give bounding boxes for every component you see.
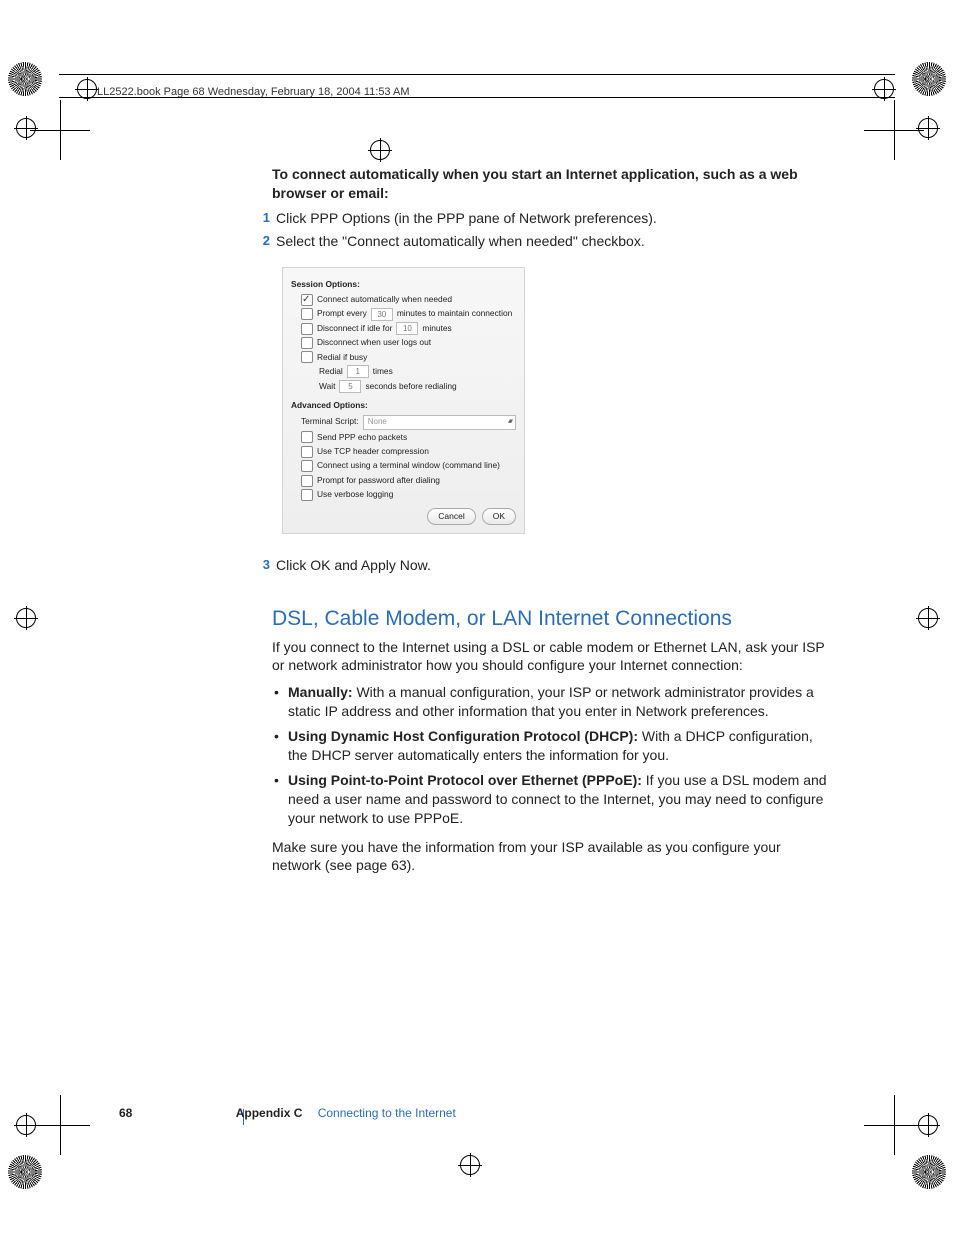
appendix-label: Appendix C [236,1106,303,1120]
step-text: Click PPP Options (in the PPP pane of Ne… [276,209,657,228]
opt-tcp-compression: Use TCP header compression [291,445,516,458]
option-label: Send PPP echo packets [317,431,407,444]
step-item: 1 Click PPP Options (in the PPP pane of … [248,209,827,228]
checkbox-icon[interactable] [301,446,313,458]
minutes-input[interactable]: 10 [396,322,418,335]
opt-disconnect-idle: Disconnect if idle for 10 minutes [291,322,516,335]
bullet-item: Manually: With a manual configuration, y… [272,683,827,721]
option-label: Use TCP header compression [317,445,429,458]
opt-disconnect-logout: Disconnect when user logs out [291,336,516,349]
step-text: Click OK and Apply Now. [276,556,431,575]
registration-mark [918,608,938,628]
paragraph: Make sure you have the information from … [272,838,827,876]
times-input[interactable]: 1 [347,365,369,378]
steps-list-b: 3 Click OK and Apply Now. [248,556,827,575]
option-label: Use verbose logging [317,488,393,501]
crop-mark [864,1095,924,1155]
ok-button[interactable]: OK [482,508,516,526]
crop-mark [30,1095,90,1155]
opt-terminal-script: Terminal Script: None ▴▾ [291,415,516,430]
opt-verbose-logging: Use verbose logging [291,488,516,501]
step-number: 1 [248,209,270,228]
minutes-input[interactable]: 30 [371,308,393,321]
opt-redial-busy: Redial if busy [291,351,516,364]
bullet-item: Using Point-to-Point Protocol over Ether… [272,771,827,828]
bullet-bold: Manually: [288,684,353,700]
select-value: None [368,416,387,429]
registration-mark [77,79,97,99]
checkbox-icon[interactable] [301,323,313,335]
checkbox-icon[interactable] [301,431,313,443]
registration-mark [460,1155,480,1175]
option-label: Disconnect if idle for [317,322,392,335]
option-label: Prompt every [317,307,367,320]
checkbox-icon[interactable] [301,294,313,306]
page-number: 68 [119,1106,132,1120]
cancel-button[interactable]: Cancel [427,508,475,526]
paragraph: If you connect to the Internet using a D… [272,638,827,676]
checkbox-icon[interactable] [301,337,313,349]
intro-heading: To connect automatically when you start … [272,165,827,203]
page-footer: 68 Appendix C Connecting to the Internet [119,1105,819,1121]
option-label: minutes [422,322,451,335]
section-heading: DSL, Cable Modem, or LAN Internet Connec… [272,605,827,633]
option-label: Disconnect when user logs out [317,336,431,349]
crop-ornament [8,1155,42,1189]
opt-prompt-every: Prompt every 30 minutes to maintain conn… [291,307,516,320]
step-text: Select the "Connect automatically when n… [276,232,645,251]
checkbox-icon[interactable] [301,308,313,320]
bullet-list: Manually: With a manual configuration, y… [272,683,827,827]
bullet-item: Using Dynamic Host Configuration Protoco… [272,727,827,765]
checkbox-icon[interactable] [301,460,313,472]
steps-list-a: 1 Click PPP Options (in the PPP pane of … [248,209,827,251]
crop-ornament [912,1155,946,1189]
step-item: 2 Select the "Connect automatically when… [248,232,827,251]
opt-wait-seconds: Wait 5 seconds before redialing [291,380,516,393]
crop-mark [864,100,924,160]
step-item: 3 Click OK and Apply Now. [248,556,827,575]
option-label: minutes to maintain connection [397,307,512,320]
advanced-options-label: Advanced Options: [291,399,516,412]
option-label: Connect automatically when needed [317,293,452,306]
bullet-text: With a manual configuration, your ISP or… [288,684,814,719]
chevron-updown-icon: ▴▾ [508,416,511,427]
crop-ornament [912,62,946,96]
option-label: Terminal Script: [301,415,359,428]
page-content: To connect automatically when you start … [272,165,827,883]
option-label: Prompt for password after dialing [317,474,440,487]
registration-mark [370,140,390,160]
checkbox-icon[interactable] [301,475,313,487]
crop-mark [30,100,90,160]
option-label: seconds before redialing [365,380,456,393]
terminal-script-select[interactable]: None ▴▾ [363,415,516,430]
registration-mark [16,608,36,628]
checkbox-icon[interactable] [301,489,313,501]
opt-terminal-window: Connect using a terminal window (command… [291,459,516,472]
option-label: times [373,365,393,378]
bullet-bold: Using Point-to-Point Protocol over Ether… [288,772,642,788]
appendix-title: Connecting to the Internet [318,1106,456,1120]
opt-connect-auto: Connect automatically when needed [291,293,516,306]
crop-ornament [8,62,42,96]
seconds-input[interactable]: 5 [339,380,361,393]
option-label: Redial if busy [317,351,367,364]
dialog-buttons: Cancel OK [291,508,516,526]
opt-echo-packets: Send PPP echo packets [291,431,516,444]
checkbox-icon[interactable] [301,351,313,363]
ppp-options-dialog: Session Options: Connect automatically w… [282,267,525,535]
step-number: 3 [248,556,270,575]
option-label: Connect using a terminal window (command… [317,459,500,472]
opt-prompt-password: Prompt for password after dialing [291,474,516,487]
session-options-label: Session Options: [291,278,516,291]
option-label: Wait [319,380,335,393]
bullet-bold: Using Dynamic Host Configuration Protoco… [288,728,638,744]
option-label: Redial [319,365,343,378]
opt-redial-times: Redial 1 times [291,365,516,378]
header-rule [59,97,895,98]
step-number: 2 [248,232,270,251]
header-rule [59,74,895,75]
